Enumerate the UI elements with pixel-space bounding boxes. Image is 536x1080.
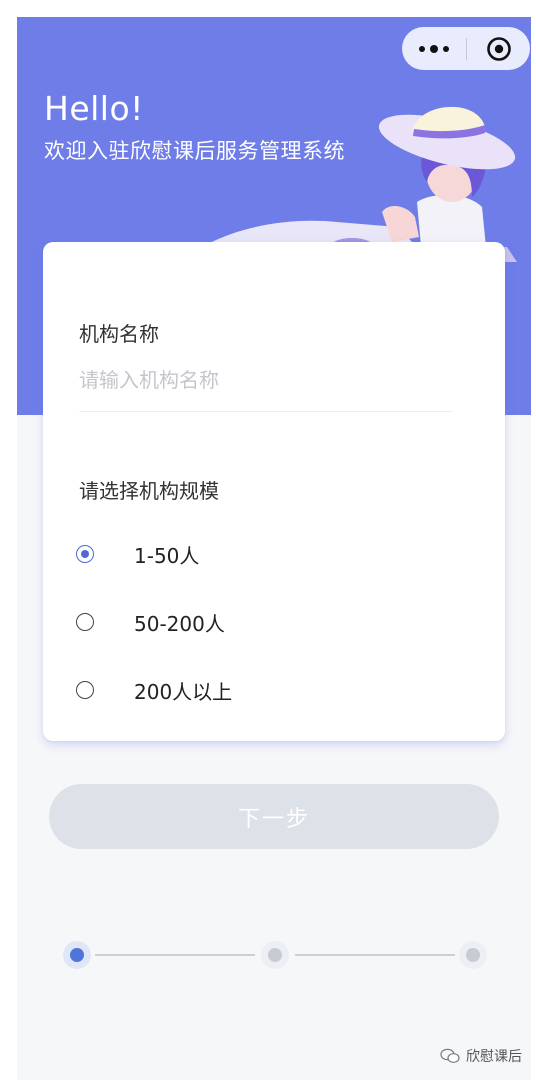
hello-title: Hello!	[44, 89, 144, 128]
wechat-logo-icon	[440, 1048, 460, 1063]
registration-card: 机构名称 请选择机构规模 1-50人 50-200人 200人以上	[43, 242, 505, 741]
org-name-input[interactable]	[79, 360, 451, 400]
step-2-dot	[261, 941, 289, 969]
more-dots-icon[interactable]	[402, 27, 466, 70]
scale-option-200-plus[interactable]: 200人以上	[76, 670, 376, 710]
scale-option-label: 50-200人	[134, 611, 225, 636]
field-divider	[79, 411, 453, 412]
girl-reading-illustration	[177, 106, 517, 262]
step-progress	[61, 939, 489, 971]
scale-option-label: 1-50人	[134, 543, 200, 568]
radio-unchecked-icon[interactable]	[76, 681, 94, 699]
target-circle-icon[interactable]	[467, 27, 530, 70]
mini-program-capsule	[402, 27, 530, 70]
org-scale-label: 请选择机构规模	[79, 479, 219, 503]
scale-option-label: 200人以上	[134, 679, 233, 704]
org-name-label: 机构名称	[79, 322, 159, 346]
radio-unchecked-icon[interactable]	[76, 613, 94, 631]
watermark: 欣慰课后	[440, 1046, 522, 1066]
watermark-text: 欣慰课后	[466, 1049, 522, 1065]
app-screen: Hello! 欢迎入驻欣慰课后服务管理系统 机构名称 请选择机构规模	[17, 17, 531, 1080]
scale-option-1-50[interactable]: 1-50人	[76, 534, 376, 574]
step-3-dot	[459, 941, 487, 969]
radio-checked-icon[interactable]	[76, 545, 94, 563]
step-connector	[95, 954, 255, 956]
step-connector	[295, 954, 455, 956]
next-step-button[interactable]: 下一步	[49, 784, 499, 849]
scale-option-50-200[interactable]: 50-200人	[76, 602, 376, 642]
step-1-dot	[63, 941, 91, 969]
